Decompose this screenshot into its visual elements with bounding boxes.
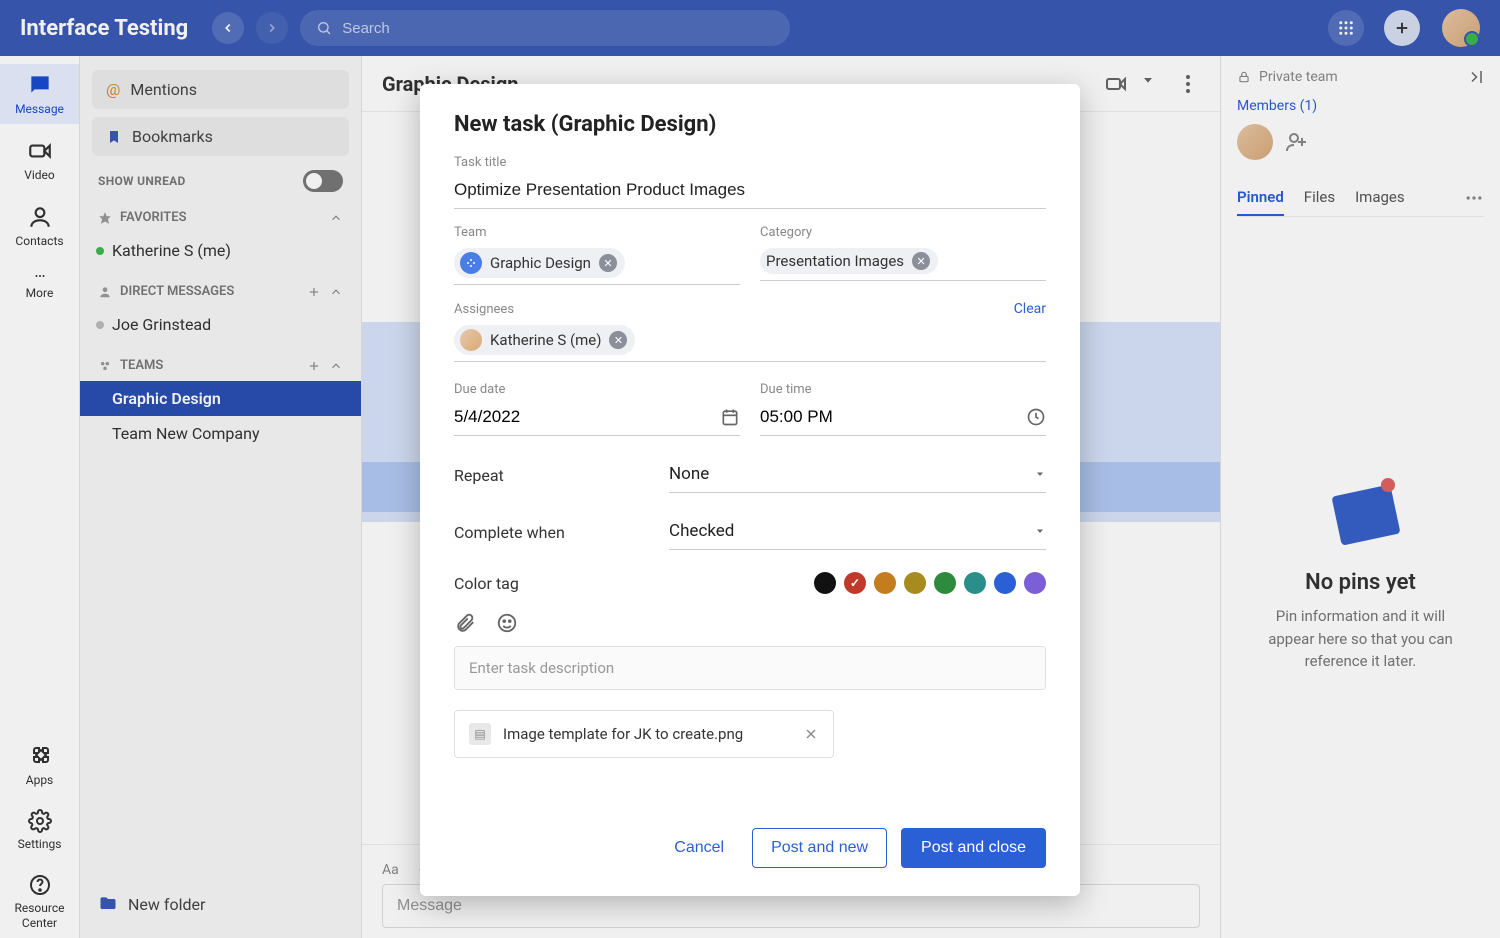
repeat-label: Repeat <box>454 466 649 485</box>
clock-icon[interactable] <box>1026 407 1046 427</box>
dropdown-icon <box>1034 525 1046 537</box>
clear-assignees-button[interactable]: Clear <box>1014 301 1046 317</box>
file-icon: ▤ <box>469 723 491 745</box>
assignees-label: Assignees <box>454 302 514 317</box>
team-chip-icon <box>460 252 482 274</box>
post-and-new-button[interactable]: Post and new <box>752 828 887 868</box>
due-date-field[interactable] <box>454 401 740 436</box>
assignee-chip: Katherine S (me) ✕ <box>454 325 635 355</box>
remove-team-chip[interactable]: ✕ <box>599 254 617 272</box>
attach-button[interactable] <box>454 612 476 634</box>
calendar-icon[interactable] <box>720 407 740 427</box>
due-time-input[interactable] <box>760 407 1026 427</box>
dropdown-icon <box>1034 468 1046 480</box>
new-task-modal: New task (Graphic Design) Task title Tea… <box>420 84 1080 896</box>
color-swatch[interactable] <box>934 572 956 594</box>
remove-assignee-chip[interactable]: ✕ <box>609 331 627 349</box>
attachment-item: ▤ Image template for JK to create.png <box>454 710 834 758</box>
color-swatch[interactable] <box>814 572 836 594</box>
category-label: Category <box>760 225 1046 240</box>
task-title-label: Task title <box>454 155 1046 170</box>
cancel-button[interactable]: Cancel <box>660 828 738 868</box>
modal-title: New task (Graphic Design) <box>454 112 1046 137</box>
task-title-input[interactable] <box>454 174 1046 209</box>
color-swatch[interactable] <box>844 572 866 594</box>
team-label: Team <box>454 225 740 240</box>
remove-category-chip[interactable]: ✕ <box>912 252 930 270</box>
due-date-input[interactable] <box>454 407 720 427</box>
color-swatch[interactable] <box>874 572 896 594</box>
team-field[interactable]: Graphic Design ✕ <box>454 244 740 285</box>
emoji-button[interactable] <box>496 612 518 634</box>
attachment-name: Image template for JK to create.png <box>503 725 791 743</box>
remove-attachment-button[interactable] <box>803 726 819 742</box>
category-field[interactable]: Presentation Images ✕ <box>760 244 1046 281</box>
team-chip: Graphic Design ✕ <box>454 248 625 278</box>
complete-when-label: Complete when <box>454 523 649 542</box>
category-chip: Presentation Images ✕ <box>760 248 938 274</box>
assignee-avatar <box>460 329 482 351</box>
color-swatch[interactable] <box>964 572 986 594</box>
assignees-field[interactable]: Katherine S (me) ✕ <box>454 321 1046 362</box>
color-swatch[interactable] <box>994 572 1016 594</box>
complete-when-select[interactable]: Checked <box>669 515 1046 550</box>
color-tag-label: Color tag <box>454 574 814 593</box>
color-swatch[interactable] <box>904 572 926 594</box>
color-swatch[interactable] <box>1024 572 1046 594</box>
post-and-close-button[interactable]: Post and close <box>901 828 1046 868</box>
due-date-label: Due date <box>454 382 740 397</box>
due-time-label: Due time <box>760 382 1046 397</box>
color-swatches <box>814 572 1046 594</box>
modal-overlay: New task (Graphic Design) Task title Tea… <box>0 0 1500 938</box>
due-time-field[interactable] <box>760 401 1046 436</box>
repeat-select[interactable]: None <box>669 458 1046 493</box>
description-input[interactable]: Enter task description <box>454 646 1046 690</box>
